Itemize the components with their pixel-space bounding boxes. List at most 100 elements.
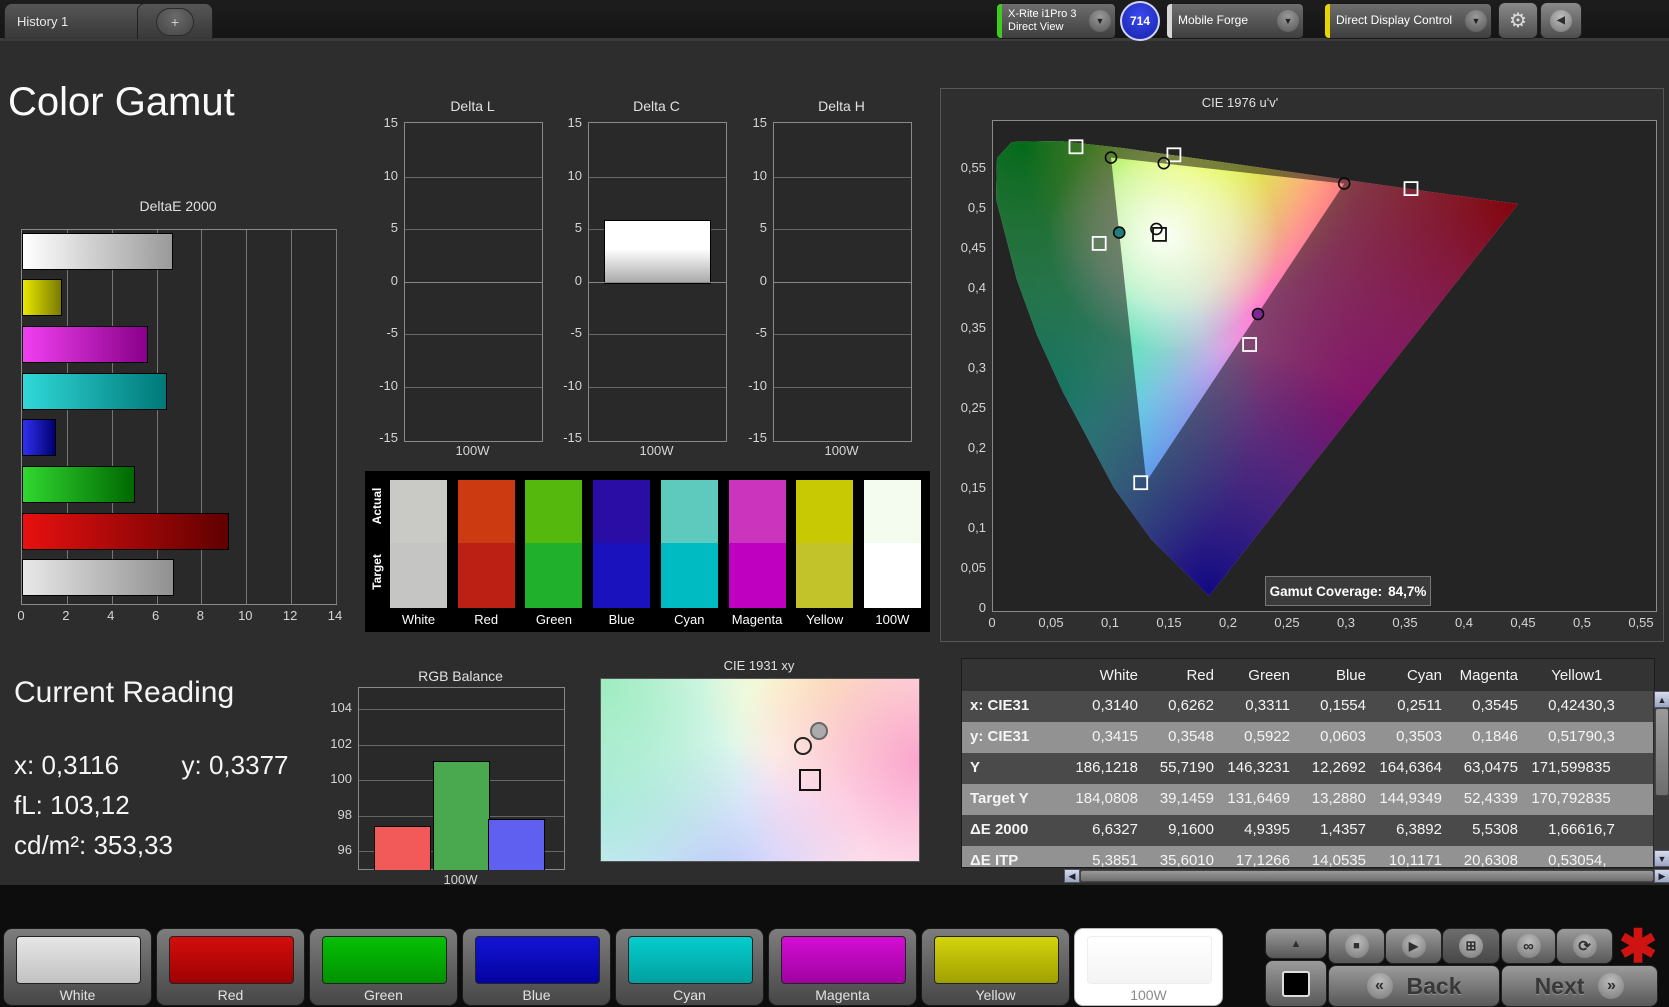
pattern-swatch bbox=[169, 936, 294, 984]
pattern-size-button[interactable]: ⊞ bbox=[1442, 928, 1500, 964]
badge-value: 714 bbox=[1129, 14, 1151, 28]
table-value: 9,1600 bbox=[1168, 821, 1214, 838]
delta_c-bar bbox=[604, 219, 711, 284]
source-dropdown[interactable]: Mobile Forge ▼ bbox=[1166, 3, 1304, 39]
actual-swatch-green bbox=[525, 480, 583, 543]
table-hscrollbar[interactable]: ◀ ▶ bbox=[1063, 868, 1669, 884]
table-value: 4,9395 bbox=[1244, 821, 1290, 838]
pattern-swatch bbox=[934, 936, 1059, 984]
cie1976-y-tick: 0,35 bbox=[960, 320, 986, 335]
table-value: 63,0475 bbox=[1463, 759, 1518, 776]
y-tick-label: -5 bbox=[386, 325, 398, 340]
table-vscrollbar[interactable]: ▲ ▼ bbox=[1653, 690, 1669, 868]
cie1976-x-tick: 0,3 bbox=[1336, 615, 1356, 630]
scroll-down-icon[interactable]: ▼ bbox=[1654, 850, 1669, 867]
table-row[interactable]: ΔE ITP 5,3851 35,6010 17,1266 14,0535 10,1171… bbox=[962, 846, 1654, 868]
scroll-left-icon[interactable]: ◀ bbox=[1064, 869, 1080, 883]
x-tick-label: 2 bbox=[62, 608, 70, 623]
table-row[interactable]: Y 186,1218 55,7190 146,3231 12,2692 164,6364 6… bbox=[962, 753, 1654, 784]
y-tick-label: 5 bbox=[759, 220, 767, 235]
y-tick-label: 5 bbox=[390, 220, 398, 235]
pattern-button-white[interactable]: White bbox=[3, 928, 152, 1006]
current-reading-xy: x: 0,3116 y: 0,3377 bbox=[14, 750, 289, 781]
stop-button[interactable]: ■ bbox=[1328, 928, 1385, 964]
scroll-right-icon[interactable]: ▶ bbox=[1654, 869, 1669, 883]
tab-history-1[interactable]: History 1 bbox=[4, 3, 150, 39]
y-tick-label: 10 bbox=[752, 167, 767, 183]
table-value: 35 bbox=[1594, 759, 1611, 776]
table-value: 1,4357 bbox=[1320, 821, 1366, 838]
collapse-panel-button[interactable]: ◀ bbox=[1540, 2, 1582, 39]
scroll-up-icon[interactable]: ▲ bbox=[1654, 691, 1669, 708]
y-tick-label: -10 bbox=[379, 377, 398, 393]
gear-icon[interactable]: ⚙ bbox=[1498, 2, 1538, 39]
vscroll-thumb[interactable] bbox=[1655, 708, 1669, 796]
chevron-double-left-icon: « bbox=[1366, 973, 1393, 999]
meter-dropdown[interactable]: X-Rite i1Pro 3 Direct View ▼ bbox=[996, 3, 1116, 39]
table-row-label: ΔE 2000 bbox=[970, 821, 1029, 838]
table-value: 4, bbox=[1594, 852, 1607, 868]
x-tick-label: 4 bbox=[107, 608, 115, 623]
pattern-button-yellow[interactable]: Yellow bbox=[921, 928, 1070, 1006]
table-value: 0,3548 bbox=[1168, 728, 1214, 745]
pattern-button-label: White bbox=[59, 987, 96, 1003]
pattern-button-label: Magenta bbox=[815, 987, 870, 1003]
gridline bbox=[291, 230, 293, 604]
pattern-button-label: Red bbox=[217, 987, 244, 1003]
cie1976-x-tick: 0,1 bbox=[1100, 615, 1120, 630]
y-tick-label: 5 bbox=[574, 220, 582, 235]
deltae-bar-cyan bbox=[22, 372, 168, 410]
y-tick-label: -10 bbox=[563, 377, 582, 393]
display-control-name: Direct Display Control bbox=[1336, 13, 1453, 28]
pattern-button-100w[interactable]: 100W bbox=[1074, 928, 1223, 1006]
reading-x: x: 0,3116 bbox=[14, 750, 120, 780]
pattern-window-button[interactable] bbox=[1265, 960, 1327, 1007]
pattern-button-label: Blue bbox=[522, 987, 551, 1003]
cie1976-title: CIE 1976 u'v' bbox=[1201, 95, 1279, 110]
chevron-down-icon: ▼ bbox=[1089, 10, 1111, 32]
table-row-label: y: CIE31 bbox=[970, 728, 1030, 745]
actual-swatch-white bbox=[390, 480, 447, 543]
cie1976-x-tick: 0,5 bbox=[1572, 615, 1592, 630]
pattern-button-green[interactable]: Green bbox=[309, 928, 458, 1006]
window-size-up-button[interactable]: ▲ bbox=[1265, 928, 1327, 959]
hscroll-thumb[interactable] bbox=[1080, 870, 1654, 882]
pattern-button-magenta[interactable]: Magenta bbox=[768, 928, 917, 1006]
cie1976-y-tick: 0,15 bbox=[960, 480, 986, 495]
rgb-bar-blue bbox=[488, 819, 545, 870]
back-button[interactable]: « Back bbox=[1328, 965, 1500, 1007]
table-col-header bbox=[962, 659, 1062, 691]
target-swatch-blue bbox=[593, 543, 651, 608]
meter-count-badge[interactable]: 714 bbox=[1120, 1, 1160, 41]
deltae2000-chart bbox=[21, 229, 337, 605]
table-value: 0,3311 bbox=[1245, 697, 1290, 714]
table-row[interactable]: Target Y 184,0808 39,1459 131,6469 13,2880 14… bbox=[962, 784, 1654, 815]
pattern-button-red[interactable]: Red bbox=[156, 928, 305, 1006]
pattern-button-cyan[interactable]: Cyan bbox=[615, 928, 764, 1006]
cie1976-y-tick: 0,3 bbox=[967, 360, 986, 375]
table-value: 0,5305 bbox=[1548, 852, 1594, 868]
continuous-measure-button[interactable]: ∞ bbox=[1501, 928, 1556, 964]
page-title: Color Gamut bbox=[8, 80, 235, 124]
app-window: History 1 + X-Rite i1Pro 3 Direct View ▼… bbox=[0, 0, 1669, 1007]
x-tick-label: 0 bbox=[17, 608, 25, 623]
deltae-bar-green bbox=[22, 466, 135, 503]
table-value: 0,6262 bbox=[1168, 697, 1214, 714]
table-value: 13,2880 bbox=[1311, 790, 1366, 807]
play-button[interactable]: ▶ bbox=[1385, 928, 1442, 964]
table-row[interactable]: y: CIE31 0,3415 0,3548 0,5922 0,0603 0,3503 0,… bbox=[962, 722, 1654, 753]
add-tab-button[interactable]: + bbox=[156, 7, 194, 36]
pattern-button-blue[interactable]: Blue bbox=[462, 928, 611, 1006]
cie1976-x-tick: 0,4 bbox=[1454, 615, 1474, 630]
refresh-button[interactable]: ⟳ bbox=[1556, 928, 1613, 964]
table-value: 186,1218 bbox=[1075, 759, 1138, 776]
reading-y: y: 0,3377 bbox=[181, 750, 289, 780]
swatch-label: Magenta bbox=[731, 612, 783, 627]
y-tick-label: 0 bbox=[574, 272, 582, 288]
table-row[interactable]: ΔE 2000 6,6327 9,1600 4,9395 1,4357 6,3892 5,5… bbox=[962, 815, 1654, 846]
next-button[interactable]: Next » bbox=[1501, 965, 1658, 1007]
y-tick-label: -15 bbox=[748, 430, 767, 445]
table-row[interactable]: x: CIE31 0,3140 0,6262 0,3311 0,1554 0,2511 0,… bbox=[962, 691, 1654, 722]
display-control-dropdown[interactable]: Direct Display Control ▼ bbox=[1324, 3, 1492, 39]
cie1931-title: CIE 1931 xy bbox=[723, 658, 795, 673]
